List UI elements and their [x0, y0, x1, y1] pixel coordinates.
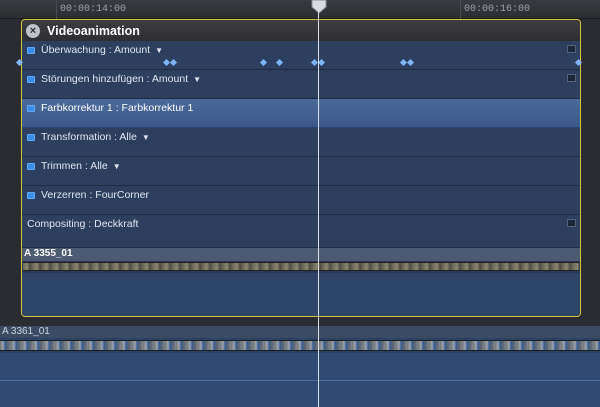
effect-enabled-checkbox[interactable] [27, 191, 35, 199]
clip-header: A 3361_01 [0, 326, 600, 338]
effect-enabled-checkbox[interactable] [27, 46, 35, 54]
curve-toggle-button[interactable] [567, 45, 576, 53]
playhead-line[interactable] [318, 10, 319, 407]
clip-filmstrip[interactable] [23, 262, 579, 271]
effect-row-label: Compositing : Deckkraft [27, 218, 139, 230]
effect-row-trimmen[interactable]: Trimmen : Alle ▼ [22, 157, 580, 186]
effect-row-farbkorrektur[interactable]: Farbkorrektur 1 : Farbkorrektur 1 [22, 99, 580, 128]
effect-enabled-checkbox[interactable] [27, 75, 35, 83]
clip-name: A 3355_01 [24, 248, 73, 259]
ruler-tick [56, 0, 57, 19]
waveform-line [0, 380, 600, 381]
effect-row-label: Transformation : Alle [41, 131, 137, 143]
effect-row-stoerungen[interactable]: Störungen hinzufügen : Amount ▼ [22, 70, 580, 99]
effect-row-label: Verzerren : FourCorner [41, 189, 149, 201]
track-gap [0, 318, 22, 326]
dropdown-arrow-icon[interactable]: ▼ [113, 162, 121, 171]
clip-audio-waveform[interactable] [0, 353, 600, 407]
effect-row-ueberwachung[interactable]: Überwachung : Amount ▼ [22, 41, 580, 70]
lower-clip[interactable]: A 3361_01 [0, 326, 600, 407]
effect-enabled-checkbox[interactable] [27, 104, 35, 112]
curve-toggle-button[interactable] [567, 219, 576, 227]
clip-audio-waveform[interactable] [22, 273, 580, 316]
effect-row-transformation[interactable]: Transformation : Alle ▼ [22, 128, 580, 157]
playhead-icon[interactable] [311, 0, 327, 14]
effect-enabled-checkbox[interactable] [27, 162, 35, 170]
timeline-ruler[interactable]: 00:00:14:00 00:00:16:00 [0, 0, 600, 19]
effect-enabled-checkbox[interactable] [27, 133, 35, 141]
panel-header: × Videoanimation [22, 20, 580, 41]
effect-row-label: Störungen hinzufügen : Amount [41, 73, 189, 85]
ruler-tick [460, 0, 461, 19]
effect-row-verzerren[interactable]: Verzerren : FourCorner [22, 186, 580, 215]
dropdown-arrow-icon[interactable]: ▼ [142, 133, 150, 142]
panel-title: Videoanimation [47, 23, 140, 38]
effect-row-compositing[interactable]: Compositing : Deckkraft [22, 215, 580, 248]
timecode-label: 00:00:14:00 [60, 4, 127, 15]
curve-toggle-button[interactable] [567, 74, 576, 82]
close-icon[interactable]: × [26, 23, 40, 38]
dropdown-arrow-icon[interactable]: ▼ [193, 75, 201, 84]
effect-row-label: Überwachung : Amount [41, 44, 151, 56]
video-animation-panel: × Videoanimation Überwachung : Amount ▼ … [21, 19, 581, 317]
effect-row-label: Farbkorrektur 1 : Farbkorrektur 1 [41, 102, 194, 114]
clip-filmstrip[interactable] [0, 340, 600, 351]
timecode-label: 00:00:16:00 [464, 4, 531, 15]
effect-row-label: Trimmen : Alle [41, 160, 108, 172]
dropdown-arrow-icon[interactable]: ▼ [155, 46, 163, 55]
clip-name: A 3361_01 [2, 326, 50, 337]
clip-header: A 3355_01 [22, 248, 580, 261]
